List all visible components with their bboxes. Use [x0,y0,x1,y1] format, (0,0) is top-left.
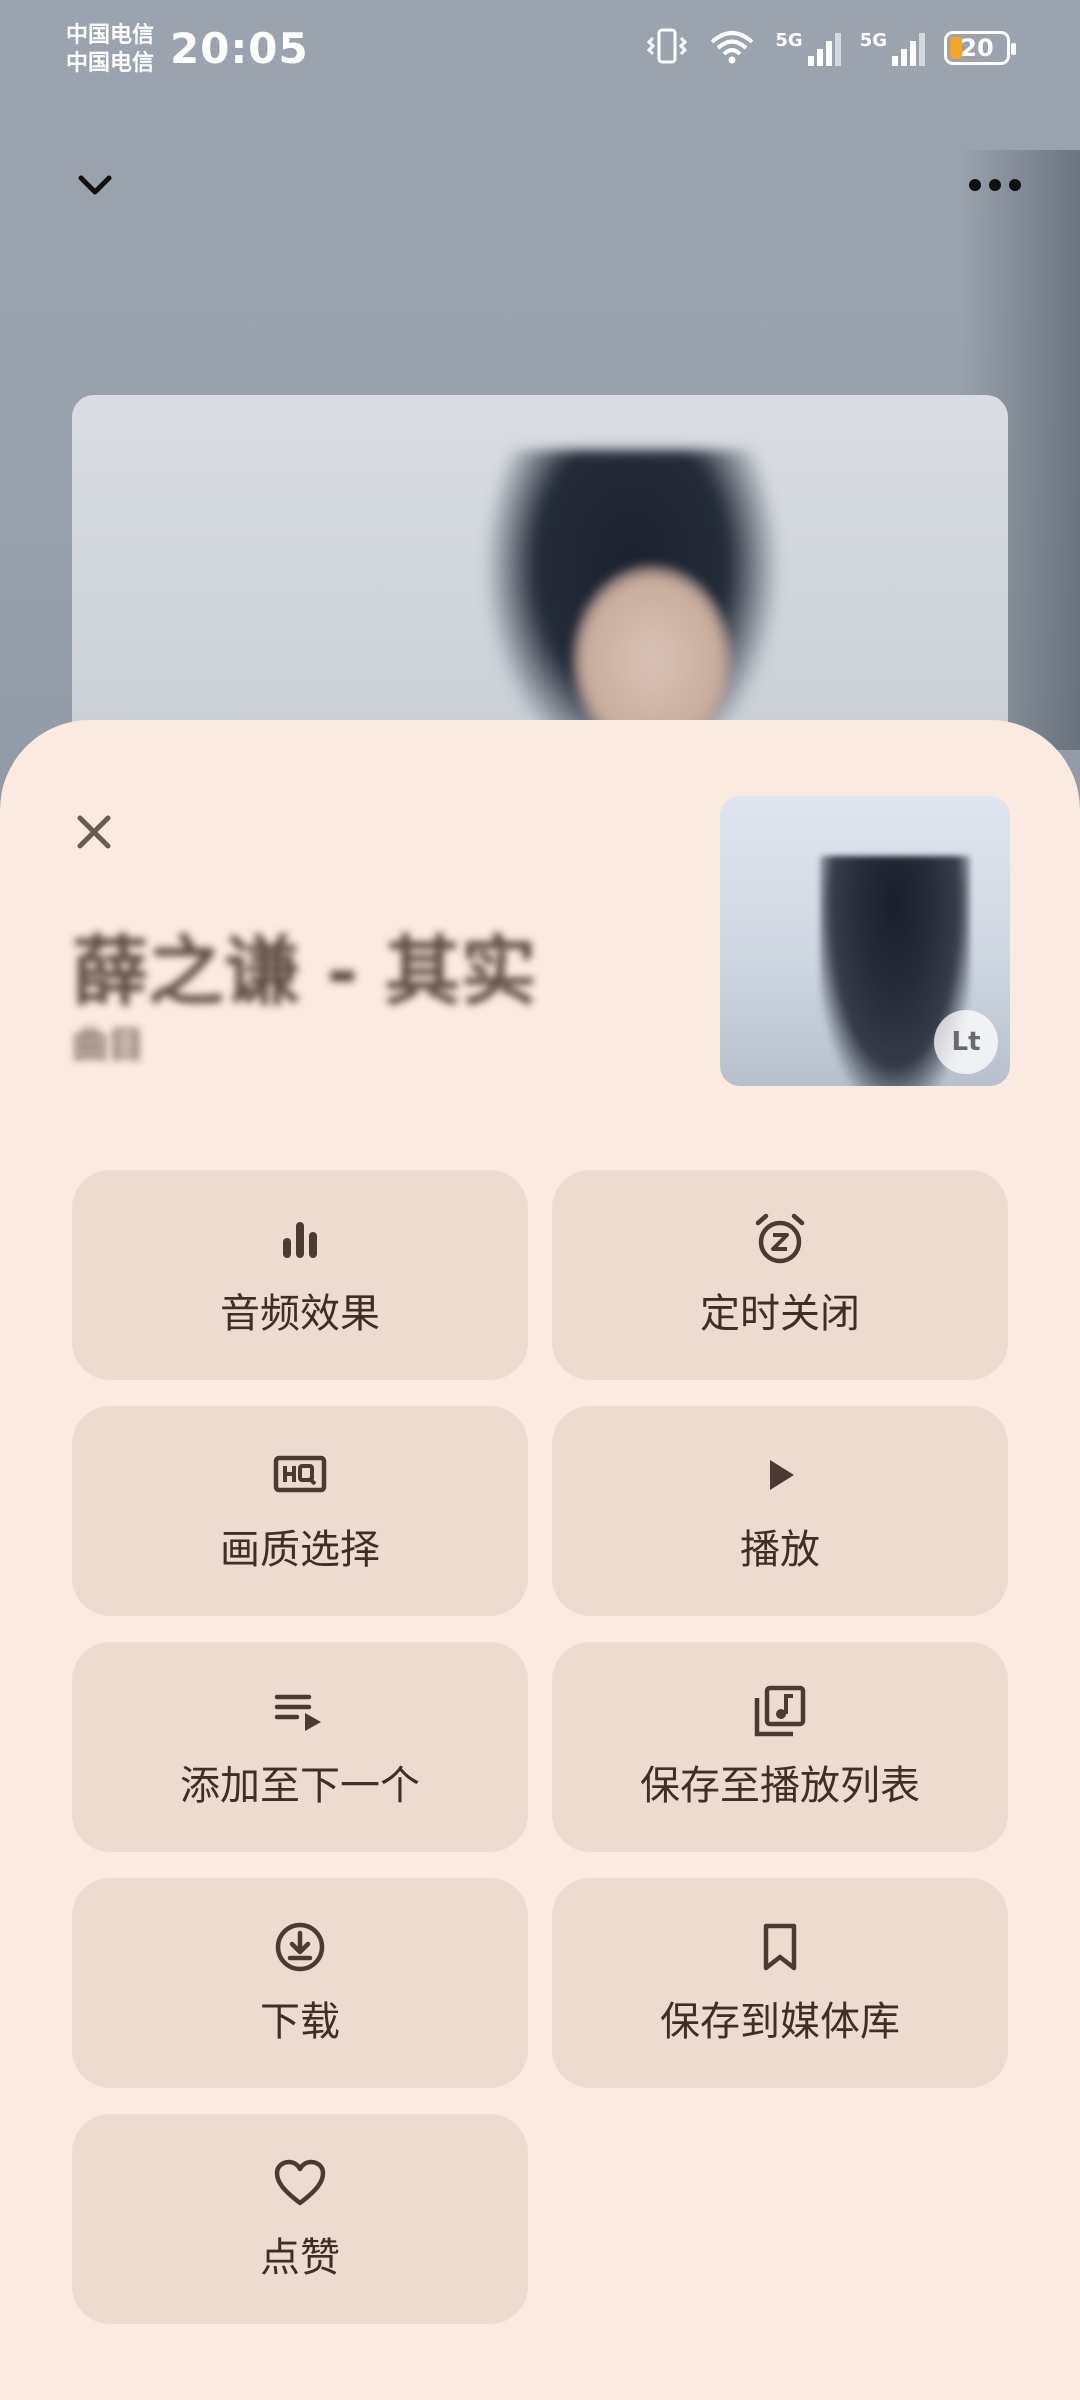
collapse-button[interactable] [60,150,130,220]
tile-label: 音频效果 [220,1291,380,1337]
download-icon [272,1919,328,1975]
playlist-add-icon [752,1683,808,1739]
tile-label: 画质选择 [220,1527,380,1573]
tile-label: 点赞 [260,2235,340,2281]
add-next-button[interactable]: 添加至下一个 [72,1642,528,1852]
audio-effects-button[interactable]: 音频效果 [72,1170,528,1380]
tile-label: 保存到媒体库 [660,1999,900,2045]
signal-icon-2: 5G [860,30,926,66]
save-to-playlist-button[interactable]: 保存至播放列表 [552,1642,1008,1852]
song-title: 薛之谦 - 其实 [72,927,537,1016]
battery-percent: 20 [960,34,994,62]
queue-next-icon [272,1683,328,1739]
play-icon [752,1447,808,1503]
like-button[interactable]: 点赞 [72,2114,528,2324]
tile-label: 保存至播放列表 [640,1763,920,1809]
carrier-1: 中国电信 [66,23,155,48]
bookmark-icon [752,1919,808,1975]
more-horizontal-icon [969,179,1021,191]
chevron-down-icon [78,175,112,195]
tile-label: 下载 [260,1999,340,2045]
song-subtitle: 曲目 [72,1025,145,1066]
status-icons: 5G 5G 20 [645,26,1016,70]
options-sheet: 薛之谦 - 其实 曲目 Lt 音频效果 定时关闭 画质选择 播放 添加至下一个 … [0,720,1080,2400]
tile-label: 定时关闭 [700,1291,860,1337]
hq-icon [272,1447,328,1503]
equalizer-icon [272,1211,328,1267]
close-button[interactable] [62,800,126,864]
close-icon [77,815,111,849]
vibrate-icon [645,26,689,70]
thumbnail-badge: Lt [934,1010,998,1074]
alarm-timer-icon [752,1211,808,1267]
tile-label: 播放 [740,1527,820,1573]
download-button[interactable]: 下载 [72,1878,528,2088]
status-time: 20:05 [170,24,309,73]
carrier-2: 中国电信 [66,51,155,76]
heart-icon [272,2155,328,2211]
battery-icon: 20 [944,31,1016,65]
wifi-icon [707,26,757,70]
status-bar: 中国电信 中国电信 20:05 5G 5G 20 [0,0,1080,110]
play-button[interactable]: 播放 [552,1406,1008,1616]
more-options-button[interactable] [960,150,1030,220]
tile-label: 添加至下一个 [180,1763,420,1809]
signal-icon-1: 5G [775,30,841,66]
sleep-timer-button[interactable]: 定时关闭 [552,1170,1008,1380]
quality-select-button[interactable]: 画质选择 [72,1406,528,1616]
carrier-labels: 中国电信 中国电信 [66,22,154,78]
action-grid: 音频效果 定时关闭 画质选择 播放 添加至下一个 保存至播放列表 下载 保存到媒… [72,1170,1008,2324]
save-to-library-button[interactable]: 保存到媒体库 [552,1878,1008,2088]
song-thumbnail: Lt [720,796,1010,1086]
